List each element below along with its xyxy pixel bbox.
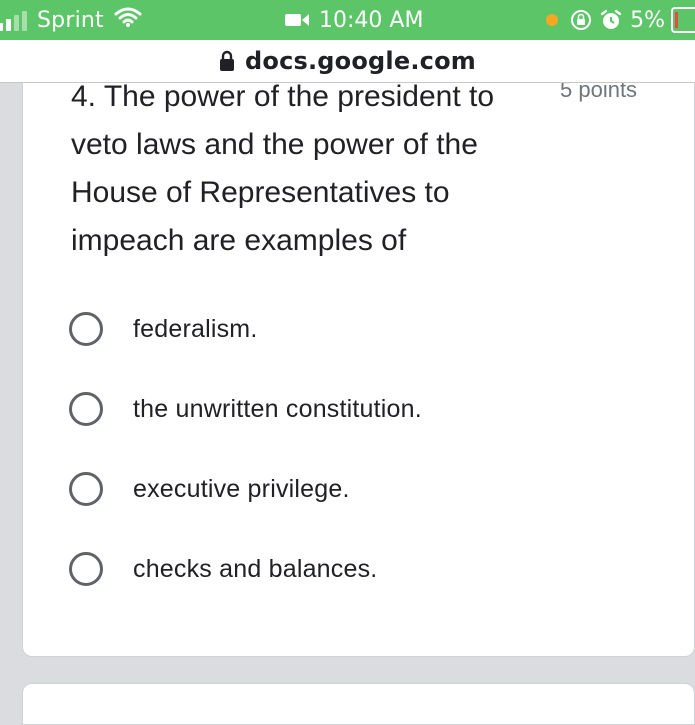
video-icon [285, 14, 309, 26]
option-label: the unwritten constitution. [133, 394, 422, 423]
battery-icon [671, 7, 695, 33]
option-label: checks and balances. [133, 554, 378, 583]
signal-icon [0, 9, 27, 31]
wifi-icon [114, 7, 142, 33]
next-question-card [22, 683, 695, 725]
url-text: docs.google.com [245, 47, 476, 75]
option-federalism[interactable]: federalism. [69, 307, 257, 351]
status-time: 10:40 AM [319, 7, 424, 33]
option-label: executive privilege. [133, 474, 350, 503]
status-bar: Sprint 10:40 AM 5% [0, 0, 695, 40]
option-label: federalism. [133, 314, 258, 343]
radio-button[interactable] [69, 552, 103, 586]
orientation-lock-icon [570, 9, 592, 31]
battery-percentage: 5% [630, 7, 665, 33]
recording-dot [546, 14, 559, 26]
radio-button[interactable] [69, 472, 103, 506]
option-checks-and-balances[interactable]: checks and balances. [69, 547, 377, 591]
option-executive-privilege[interactable]: executive privilege. [69, 467, 350, 511]
radio-button[interactable] [69, 392, 103, 426]
alarm-icon [600, 9, 622, 31]
question-card: 4. The power of the president to veto la… [22, 40, 695, 657]
carrier-name: Sprint [37, 7, 104, 33]
url-bar[interactable]: docs.google.com [0, 40, 695, 83]
lock-icon [219, 50, 235, 72]
question-text: 4. The power of the president to veto la… [71, 80, 495, 257]
option-unwritten-constitution[interactable]: the unwritten constitution. [69, 387, 422, 431]
radio-button[interactable] [69, 312, 103, 346]
